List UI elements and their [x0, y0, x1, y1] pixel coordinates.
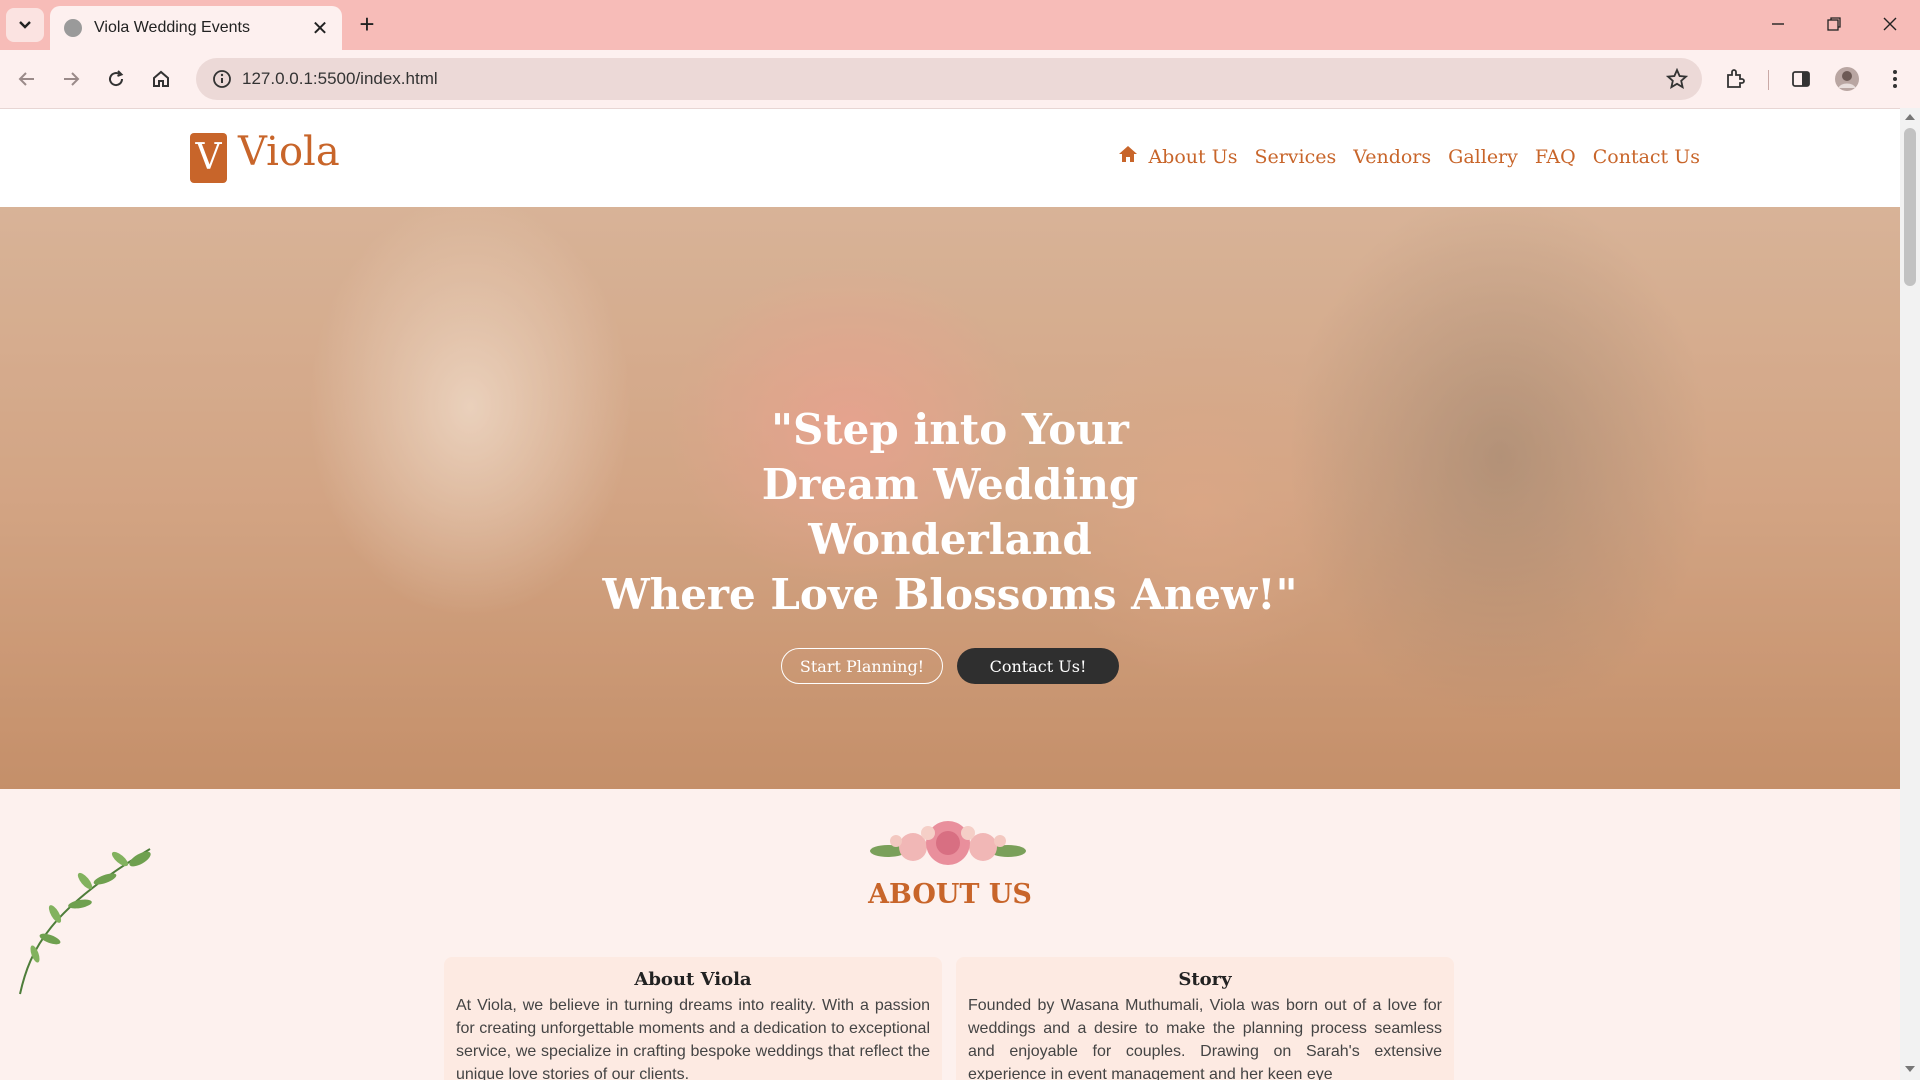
- address-bar[interactable]: 127.0.0.1:5500/index.html: [196, 58, 1702, 100]
- start-planning-button[interactable]: Start Planning!: [781, 648, 943, 684]
- leaf-branch-icon: [19, 848, 151, 995]
- site-header: V Viola About Us Services Vendors Galler…: [0, 109, 1900, 207]
- hero-banner: "Step into Your Dream Wedding Wonderland…: [0, 207, 1900, 789]
- nav-about-us[interactable]: About Us: [1148, 146, 1237, 168]
- main-nav: About Us Services Vendors Gallery FAQ Co…: [1118, 145, 1700, 168]
- card-text: Founded by Wasana Muthumali, Viola was b…: [968, 997, 1442, 1080]
- page-viewport: V Viola About Us Services Vendors Galler…: [0, 108, 1900, 1080]
- contact-us-button[interactable]: Contact Us!: [957, 648, 1119, 684]
- star-icon[interactable]: [1665, 67, 1689, 95]
- plus-icon[interactable]: +: [352, 10, 382, 40]
- hero-title-line: Wonderland: [808, 515, 1092, 564]
- nav-services[interactable]: Services: [1254, 146, 1336, 168]
- hero-title: "Step into Your Dream Wedding Wonderland…: [0, 402, 1900, 622]
- nav-contact-us[interactable]: Contact Us: [1593, 146, 1700, 168]
- globe-icon: [64, 19, 82, 37]
- nav-vendors[interactable]: Vendors: [1353, 146, 1431, 168]
- hero-title-line: Dream Wedding: [761, 460, 1139, 509]
- browser-tab[interactable]: Viola Wedding Events ✕: [50, 6, 342, 50]
- url-text: 127.0.0.1:5500/index.html: [242, 69, 438, 88]
- card-title: About Viola: [634, 969, 752, 990]
- extensions-icon[interactable]: [1716, 60, 1754, 98]
- hero-title-line: "Step into Your: [771, 405, 1129, 454]
- tab-strip: Viola Wedding Events ✕ +: [0, 0, 1920, 50]
- about-section: ABOUT US About Viola At Viola, we believ…: [0, 789, 1900, 1080]
- browser-toolbar: 127.0.0.1:5500/index.html: [0, 50, 1920, 108]
- hero-title-line: Where Love Blossoms Anew!": [602, 570, 1298, 619]
- toolbar-divider: [1768, 70, 1769, 90]
- reload-icon[interactable]: [97, 60, 135, 98]
- chevron-down-icon: [19, 21, 31, 29]
- about-viola-card: About Viola At Viola, we believe in turn…: [444, 957, 942, 1080]
- tab-title: Viola Wedding Events: [94, 19, 250, 36]
- flower-ornament-icon: [870, 821, 1026, 865]
- close-icon[interactable]: ✕: [310, 16, 330, 41]
- home-icon[interactable]: [1118, 145, 1138, 168]
- forward-icon[interactable]: [52, 60, 90, 98]
- scroll-up-icon[interactable]: [1905, 114, 1915, 120]
- card-text: At Viola, we believe in turning dreams i…: [456, 997, 930, 1080]
- info-icon[interactable]: [202, 69, 242, 89]
- menu-icon[interactable]: [1876, 60, 1914, 98]
- story-card: Story Founded by Wasana Muthumali, Viola…: [956, 957, 1454, 1080]
- hero-buttons: Start Planning! Contact Us!: [0, 648, 1900, 684]
- nav-gallery[interactable]: Gallery: [1448, 146, 1518, 168]
- tab-search-button[interactable]: [6, 8, 44, 42]
- profile-icon[interactable]: [1828, 60, 1866, 98]
- home-browser-icon[interactable]: [142, 60, 180, 98]
- card-title: Story: [1178, 969, 1232, 990]
- page-scrollbar[interactable]: [1900, 108, 1920, 1080]
- scrollbar-thumb[interactable]: [1904, 128, 1916, 286]
- nav-faq[interactable]: FAQ: [1535, 146, 1576, 168]
- back-icon[interactable]: [8, 60, 46, 98]
- scroll-down-icon[interactable]: [1905, 1066, 1915, 1072]
- sidepanel-icon[interactable]: [1782, 60, 1820, 98]
- window-close-icon[interactable]: [1868, 8, 1912, 40]
- logo-text[interactable]: Viola: [238, 129, 340, 175]
- minimize-icon[interactable]: [1756, 8, 1800, 40]
- restore-icon[interactable]: [1812, 8, 1856, 40]
- logo-mark[interactable]: V: [190, 133, 227, 183]
- about-heading: ABOUT US: [868, 879, 1032, 910]
